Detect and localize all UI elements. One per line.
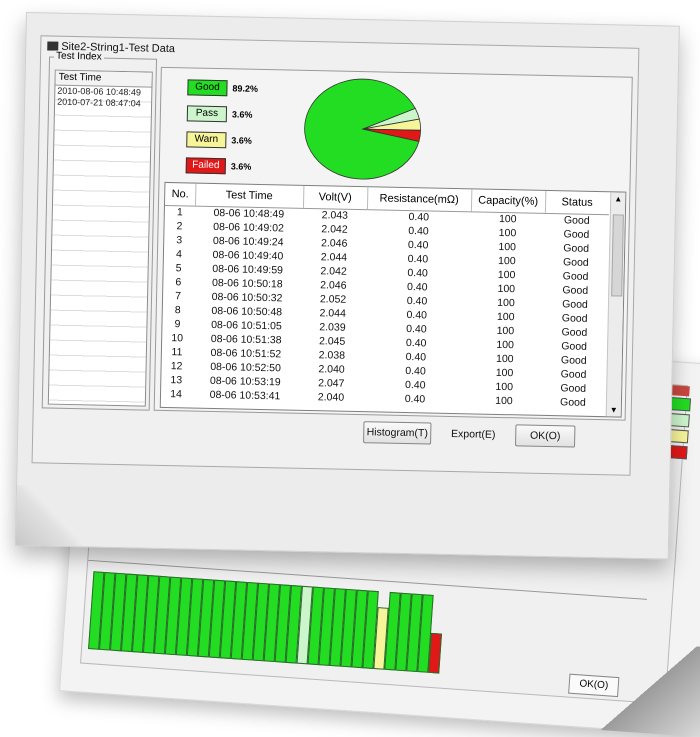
table-cell: Good: [560, 354, 587, 367]
col-status[interactable]: Status: [545, 191, 609, 214]
legend-failed-swatch: Failed: [185, 157, 226, 174]
table-cell: 9: [174, 318, 181, 331]
table-cell: 100: [498, 226, 517, 240]
ok-button[interactable]: OK(O): [515, 424, 576, 448]
results-panel: Good 89.2% Pass 3.6% Warn 3.6% Failed 3.6% N…: [153, 66, 633, 421]
table-cell: Good: [562, 270, 589, 283]
legend-pass-swatch: Pass: [186, 105, 228, 122]
app-icon: [47, 41, 59, 51]
table-cell: Good: [561, 326, 588, 339]
col-volt[interactable]: Volt(V): [302, 185, 369, 210]
table-cell: 2.043: [321, 209, 349, 222]
legend-pass-row: Pass 3.6%: [186, 104, 253, 122]
table-cell: 2.046: [320, 237, 348, 250]
table-cell: 2.040: [317, 391, 345, 404]
legend-failed-percent: 3.6%: [230, 161, 252, 172]
table-cell: 100: [497, 296, 515, 310]
table-cell: 08-06 10:53:41: [209, 388, 281, 403]
table-cell: 2.038: [318, 349, 346, 362]
table-cell: 3: [176, 234, 183, 247]
table-cell: 100: [495, 366, 514, 380]
table-cell: 8: [174, 304, 181, 317]
histogram-bar: [428, 632, 442, 674]
table-cell: 100: [495, 352, 514, 366]
legend-pass-percent: 3.6%: [231, 109, 253, 120]
table-cell: 12: [170, 360, 183, 373]
test-index-list[interactable]: Test Time 2010-08-06 10:48:49 2010-07-21…: [47, 69, 153, 407]
col-resistance[interactable]: Resistance(mΩ): [366, 187, 473, 212]
table-cell: 1: [176, 206, 183, 219]
table-cell: 100: [498, 212, 517, 226]
table-cell: Good: [563, 214, 590, 227]
table-cell: 10: [171, 332, 184, 345]
test-data-window: Site2-String1-Test Data ✕ Test Index Tes…: [31, 35, 640, 476]
test-index-label: Test Index: [53, 50, 104, 63]
table-cell: Good: [562, 284, 589, 297]
table-cell: 2.052: [319, 293, 347, 306]
table-cell: 2: [176, 220, 183, 233]
legend-good-percent: 89.2%: [232, 83, 259, 94]
table-cell: 2.047: [318, 377, 345, 390]
table-cell: 100: [496, 324, 515, 338]
table-cell: 100: [496, 338, 515, 352]
col-test-time[interactable]: Test Time: [194, 183, 305, 208]
table-cell: 100: [495, 394, 513, 408]
table-cell: Good: [560, 382, 587, 395]
status-pie-chart: [304, 78, 422, 180]
histogram-chart: [82, 559, 647, 688]
table-cell: 2.040: [318, 363, 345, 376]
legend-good-swatch: Good: [187, 79, 228, 96]
legend-failed-row: Failed 3.6%: [185, 156, 252, 174]
table-cell: 100: [496, 310, 515, 324]
histogram-button[interactable]: Histogram(T): [363, 421, 432, 445]
table-cell: 2.044: [320, 251, 348, 264]
table-cell: 2.039: [319, 321, 346, 334]
table-cell: 100: [497, 254, 516, 268]
table-cell: 6: [175, 276, 182, 289]
table-cell: 2.045: [318, 335, 346, 348]
table-cell: 100: [498, 240, 517, 254]
table-cell: 5: [175, 262, 182, 275]
col-no[interactable]: No.: [164, 182, 197, 206]
export-button[interactable]: Export(E): [441, 423, 505, 446]
col-capacity[interactable]: Capacity(%): [470, 189, 547, 213]
scrollbar-thumb[interactable]: [611, 214, 624, 297]
table-cell: 2.042: [321, 223, 348, 236]
table-cell: Good: [563, 228, 590, 241]
close-icon[interactable]: [671, 385, 690, 397]
table-cell: 100: [495, 380, 514, 394]
legend-good-row: Good 89.2%: [187, 78, 259, 96]
test-index-item[interactable]: 2010-07-21 08:47:04: [55, 97, 151, 110]
test-index-group: Test Index Test Time 2010-08-06 10:48:49…: [41, 50, 158, 411]
legend-warn-row: Warn 3.6%: [186, 130, 252, 148]
table-cell: Good: [559, 396, 586, 409]
legend-warn-percent: 3.6%: [231, 135, 252, 146]
table-cell: 100: [497, 268, 516, 282]
test-data-photo: Site2-String1-Test Data ✕ Test Index Tes…: [14, 12, 680, 560]
table-cell: 2.044: [319, 307, 347, 320]
table-cell: 100: [497, 282, 516, 296]
table-cell: 14: [170, 388, 182, 401]
page-curl: [590, 639, 700, 737]
table-cell: Good: [562, 256, 589, 269]
scroll-up-icon[interactable]: ▲: [611, 194, 625, 203]
table-cell: Good: [563, 242, 590, 255]
legend-warn-swatch: Warn: [186, 131, 227, 148]
table-cell: 2.042: [320, 265, 347, 278]
scroll-down-icon[interactable]: ▼: [607, 405, 621, 414]
table-cell: 4: [175, 248, 183, 261]
table-cell: Good: [560, 368, 587, 381]
table-cell: Good: [561, 312, 588, 325]
table-cell: Good: [562, 298, 588, 311]
page-curl: [15, 484, 98, 547]
table-cell: 7: [175, 290, 182, 303]
table-cell: 11: [171, 346, 183, 359]
table-cell: Good: [561, 340, 588, 353]
table-cell: 0.40: [404, 393, 426, 406]
results-table[interactable]: No. Test Time Volt(V) Resistance(mΩ) Cap…: [159, 181, 627, 418]
table-cell: 13: [170, 374, 183, 387]
table-cell: 2.046: [320, 279, 347, 292]
table-body: 1 08-06 10:48:49 2.043 0.40 100 Good 2 08-06 10…: [161, 205, 609, 410]
